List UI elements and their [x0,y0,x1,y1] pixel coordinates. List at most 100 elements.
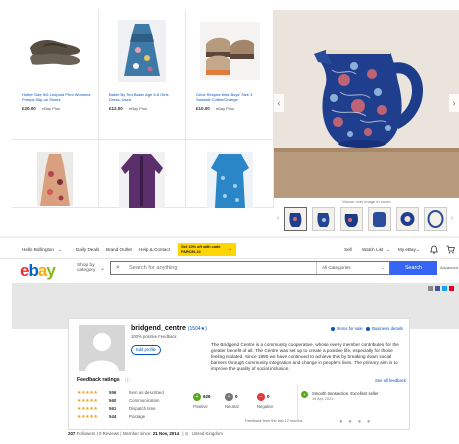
listing-price: £20.00 [22,106,36,111]
star-rating-icon: ★★★★★ [77,414,98,420]
zoom-hint: Mouse over image to zoom [342,199,391,204]
seller-username[interactable]: bridgend_centre [131,325,186,332]
listing-image[interactable] [119,152,165,208]
listing-image[interactable] [26,24,84,76]
facebook-icon[interactable] [435,286,440,291]
listing-card[interactable] [186,140,274,208]
search-button[interactable]: Search [390,261,437,275]
category-select[interactable]: All Categories ⌄ [316,262,390,274]
seller-description: The Bridgend Centre is a community coope… [211,342,399,371]
followers-label: Followers [76,431,96,436]
info-icon[interactable]: ⓘ [125,377,130,384]
product-image-jug[interactable] [274,10,459,198]
advanced-search-link[interactable]: Advanced [440,265,458,270]
star-rating-icon: ★★★★★ [77,406,98,412]
business-details-label: Business details [372,326,404,331]
listing-image[interactable] [199,22,260,80]
listing-card[interactable] [99,140,186,208]
plus-icon: + [193,393,201,401]
items-for-sale-label: Items for sale [337,326,363,331]
reviews-count[interactable]: | 0 Reviews | [97,431,122,436]
seller-name-row: bridgend_centre (1504★) [131,325,207,332]
listing-shipping: eBay Plus [129,106,148,111]
listing-price: £12.00 [109,106,123,111]
listing-card[interactable] [12,140,99,208]
listing-shipping: eBay Plus [42,106,61,111]
greeting-link[interactable]: Hello Bollington [22,247,54,252]
logo-letter: y [46,261,56,280]
product-grid: Hotter Size 5/6 Leopard Print Womens Pum… [12,10,274,208]
business-details-link[interactable]: Business details [366,326,403,331]
carousel-dots[interactable]: ● ● ● ● [339,419,373,425]
email-share-icon[interactable] [428,286,433,291]
feedback-score[interactable]: (1504★) [188,326,207,332]
location-pin-icon: | ⊙ [182,431,189,436]
shop-by-category-button[interactable]: Shop by category [77,263,99,273]
image-viewer[interactable]: ‹ › [274,10,459,198]
see-all-feedback-link[interactable]: See all feedback [375,378,406,383]
rating-label: Communication [129,398,160,403]
thumbnail[interactable] [312,207,335,231]
edit-profile-button[interactable]: Edit profile [131,345,161,355]
cart-icon[interactable] [446,245,455,254]
neutral-count[interactable]: • 0 Neutral [225,393,249,409]
rating-label: Dispatch time [129,406,156,411]
ebay-logo[interactable]: ebay [20,261,56,280]
section-divider [0,236,459,238]
my-ebay-link[interactable]: My eBay [398,247,416,252]
help-contact-link[interactable]: Help & Contact [139,247,170,252]
listing-title[interactable]: Baker By Ted Baker Age 5-6 Girls Dress, … [109,92,179,102]
daily-deals-link[interactable]: Daily Deals [76,247,99,252]
thumbs-next-icon[interactable]: › [449,207,455,231]
star-rating-icon: ★★★★★ [77,390,98,396]
default-avatar-icon [85,333,119,371]
comment-text: Smooth transaction. Excellent seller [312,391,379,396]
feedback-period-note: Feedback from the last 12 months [245,419,303,423]
member-since-label: Member since: [122,431,152,436]
info-icon [366,326,370,331]
promo-banner[interactable]: Get 10% off with code PARCEL10 → [178,243,236,256]
sell-link[interactable]: Sell [344,247,352,252]
positive-label: Positive [193,404,208,409]
thumbnail[interactable] [396,207,419,231]
listing-image[interactable] [37,152,73,206]
seller-profile-card: bridgend_centre (1504★) 100% positive Fe… [68,318,410,430]
rating-count: 544 [109,414,117,419]
rating-count: 561 [109,406,117,411]
listing-image[interactable] [118,20,166,82]
chevron-right-icon[interactable]: › [449,94,459,112]
thumbnail[interactable] [368,207,391,231]
seller-stats: 207 Followers | 0 Reviews | Member since… [68,431,223,437]
thumbnail[interactable] [340,207,363,231]
watch-list-link[interactable]: Watch List [362,247,383,252]
neutral-count-value: 0 [235,394,238,400]
listing-card[interactable]: Hotter Size 5/6 Leopard Print Womens Pum… [12,10,99,140]
thumbs-prev-icon[interactable]: ‹ [275,207,281,231]
chevron-left-icon[interactable]: ‹ [274,94,284,112]
twitter-icon[interactable] [442,286,447,291]
pinterest-icon[interactable] [449,286,454,291]
listing-title[interactable]: Hotter Size 5/6 Leopard Print Womens Pum… [22,92,92,102]
member-since-date: 21 Nov, 2014 [152,431,180,436]
search-input[interactable]: Search for anything [129,265,178,271]
rating-count: 556 [109,390,117,395]
positive-feedback: 100% positive Feedback [131,334,177,339]
brand-outlet-link[interactable]: Brand Outlet [106,247,132,252]
listing-card[interactable]: Geox Respira Kids Boys' Size 3 Sandals C… [186,10,274,140]
listing-title[interactable]: Geox Respira Kids Boys' Size 3 Sandals C… [196,92,267,102]
thumbnail[interactable] [284,207,307,231]
listing-shipping: eBay Plus [216,106,235,111]
listing-image[interactable] [206,152,253,208]
bell-icon[interactable] [430,245,438,254]
search-bar: ⌕ Search for anything All Categories ⌄ [110,261,390,275]
feedback-comment: + Smooth transaction. Excellent seller 1… [301,391,405,404]
listing-card[interactable]: Baker By Ted Baker Age 5-6 Girls Dress, … [99,10,186,140]
thumbnail[interactable] [424,207,447,231]
chevron-down-icon: ⌄ [58,247,62,252]
rating-label: Item as described [129,390,164,395]
positive-count[interactable]: +626 Positive [193,393,217,409]
negative-count[interactable]: −0 Negative [257,393,281,409]
followers-count[interactable]: 207 [68,431,75,436]
feedback-ratings-heading: Feedback ratings [77,377,120,383]
items-for-sale-link[interactable]: Items for sale [331,326,363,331]
